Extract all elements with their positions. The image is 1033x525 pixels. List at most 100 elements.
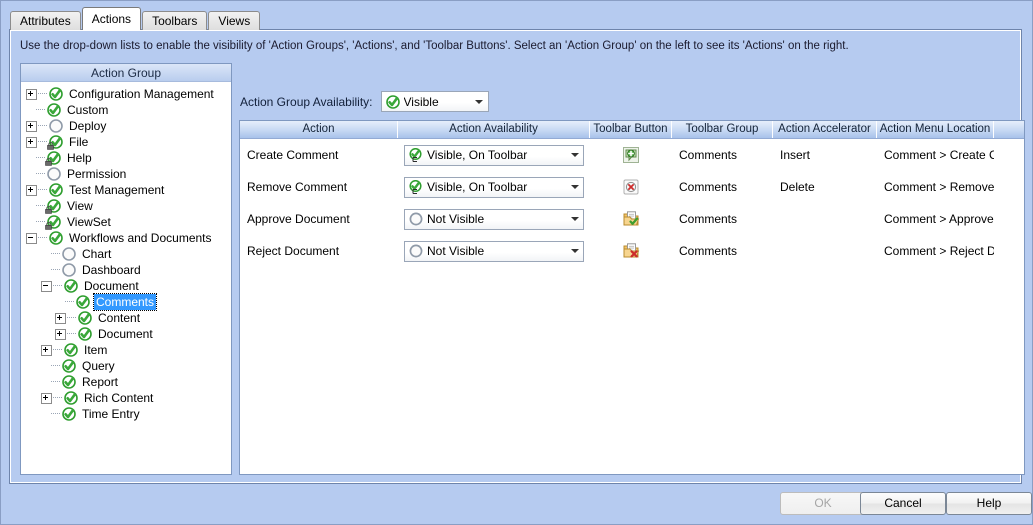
tree-connector <box>36 221 45 223</box>
tree-item-configuration-management[interactable]: Configuration Management <box>21 86 231 102</box>
column-header-toolbar-button[interactable]: Toolbar Button <box>590 121 672 138</box>
tree-item-view[interactable]: View <box>21 198 231 214</box>
tree-item-time-entry[interactable]: Time Entry <box>21 406 231 422</box>
expand-icon[interactable] <box>55 312 66 324</box>
expand-icon[interactable] <box>26 120 37 132</box>
tree-item-document[interactable]: Document <box>21 278 231 294</box>
table-row[interactable]: Approve Document Not Visible Comments Comme… <box>240 203 1024 235</box>
action-group-availability-label: Action Group Availability: <box>240 94 373 109</box>
visible-check-icon <box>78 311 92 325</box>
tree-item-test-management[interactable]: Test Management <box>21 182 231 198</box>
tab-toolbars[interactable]: Toolbars <box>142 11 208 30</box>
cell-toolbar-button[interactable] <box>590 171 672 203</box>
dialog-footer: OK Cancel Help <box>1 484 1032 524</box>
cell-toolbar-button[interactable] <box>590 235 672 267</box>
check-toolbar-icon <box>409 147 423 162</box>
tree-item-label: Content <box>98 311 141 325</box>
not-visible-circle-icon <box>49 119 63 133</box>
tab-actions[interactable]: Actions <box>81 7 142 30</box>
tree-item-comments[interactable]: Comments <box>21 293 231 311</box>
tree-item-label: View <box>67 199 93 213</box>
tree-connector <box>51 253 60 255</box>
not-visible-icon <box>409 212 423 226</box>
expand-icon[interactable] <box>41 344 52 356</box>
chevron-down-icon[interactable] <box>566 146 583 165</box>
table-row[interactable]: Reject Document Not Visible Comments Commen… <box>240 235 1024 267</box>
cancel-button[interactable]: Cancel <box>860 492 946 515</box>
tree-connector <box>65 301 74 303</box>
expand-icon[interactable] <box>26 184 37 196</box>
tree-item-viewset[interactable]: ViewSet <box>21 214 231 230</box>
tree-item-label: Chart <box>82 247 112 261</box>
chevron-down-icon[interactable] <box>566 242 583 261</box>
tree-item-document[interactable]: Document <box>21 326 231 342</box>
tree-item-label: Test Management <box>69 183 165 197</box>
ok-button[interactable]: OK <box>780 492 866 515</box>
cell-action-menu-location: Comment > Remove … <box>884 180 994 194</box>
collapse-icon[interactable] <box>26 232 37 244</box>
chevron-down-icon[interactable] <box>566 178 583 197</box>
tree-connector <box>53 349 62 351</box>
tab-views[interactable]: Views <box>208 11 261 30</box>
tree-item-file[interactable]: File <box>21 134 231 150</box>
tree-item-label: Item <box>84 343 108 357</box>
remove-comment-icon[interactable] <box>622 178 640 196</box>
action-availability-dropdown[interactable]: Visible, On Toolbar <box>404 176 584 198</box>
check-toolbar-icon <box>409 179 423 194</box>
action-configuration-window: Attributes Actions Toolbars Views Use the d… <box>0 0 1033 525</box>
expand-icon[interactable] <box>55 328 66 340</box>
expand-icon[interactable] <box>41 392 52 404</box>
column-header-action-availability[interactable]: Action Availability <box>398 121 590 138</box>
action-availability-dropdown[interactable]: Visible, On Toolbar <box>404 144 584 166</box>
column-header-toolbar-group[interactable]: Toolbar Group <box>672 121 773 138</box>
chevron-down-icon[interactable] <box>471 92 488 111</box>
tree-item-permission[interactable]: Permission <box>21 166 231 182</box>
tree-item-chart[interactable]: Chart <box>21 246 231 262</box>
tree-item-label: ViewSet <box>67 215 111 229</box>
action-availability-dropdown[interactable]: Not Visible <box>404 240 584 262</box>
tree-node-list[interactable]: Configuration Management Custom Deploy File… <box>21 83 231 474</box>
tree-item-item[interactable]: Item <box>21 342 231 358</box>
visible-check-icon <box>64 279 78 293</box>
tree-connector <box>53 397 62 399</box>
action-group-availability-dropdown[interactable]: Visible <box>380 91 489 112</box>
tree-item-label: Configuration Management <box>69 87 214 101</box>
tree-item-custom[interactable]: Custom <box>21 102 231 118</box>
expand-icon[interactable] <box>26 88 37 100</box>
action-group-tree[interactable]: Action Group Configuration Management Cus… <box>20 63 232 475</box>
tree-connector <box>51 365 60 367</box>
tree-item-dashboard[interactable]: Dashboard <box>21 262 231 278</box>
cell-toolbar-button[interactable] <box>590 203 672 235</box>
cell-toolbar-button[interactable] <box>590 139 672 171</box>
approve-document-icon[interactable] <box>622 210 640 228</box>
tree-item-rich-content[interactable]: Rich Content <box>21 390 231 406</box>
column-header-action-menu-location[interactable]: Action Menu Location <box>877 121 994 138</box>
not-visible-circle-icon <box>62 247 76 261</box>
column-header-action-accelerator[interactable]: Action Accelerator <box>773 121 877 138</box>
tree-item-deploy[interactable]: Deploy <box>21 118 231 134</box>
table-body: Create Comment Visible, On Toolbar Comment… <box>240 139 1024 267</box>
help-button[interactable]: Help <box>946 492 1032 515</box>
collapse-icon[interactable] <box>41 280 52 292</box>
chevron-down-icon[interactable] <box>566 210 583 229</box>
tab-attributes[interactable]: Attributes <box>10 11 81 30</box>
expand-icon[interactable] <box>26 136 37 148</box>
tree-item-query[interactable]: Query <box>21 358 231 374</box>
action-availability-value: Visible, On Toolbar <box>427 148 528 162</box>
table-row[interactable]: Create Comment Visible, On Toolbar Comment… <box>240 139 1024 171</box>
tree-connector <box>51 413 60 415</box>
action-availability-dropdown[interactable]: Not Visible <box>404 208 584 230</box>
tree-item-label: Custom <box>67 103 109 117</box>
tree-item-report[interactable]: Report <box>21 374 231 390</box>
tree-item-help[interactable]: Help <box>21 150 231 166</box>
tree-item-content[interactable]: Content <box>21 310 231 326</box>
reject-document-icon[interactable] <box>622 242 640 260</box>
actions-table: Action Action Availability Toolbar Button T… <box>239 120 1025 475</box>
visible-check-icon <box>45 199 61 214</box>
tree-item-workflows-and-documents[interactable]: Workflows and Documents <box>21 230 231 246</box>
tree-item-label: Help <box>67 151 92 165</box>
add-comment-icon[interactable] <box>622 146 640 164</box>
table-row[interactable]: Remove Comment Visible, On Toolbar Comment… <box>240 171 1024 203</box>
column-header-action[interactable]: Action <box>240 121 398 138</box>
column-header-filler[interactable] <box>994 121 1024 138</box>
